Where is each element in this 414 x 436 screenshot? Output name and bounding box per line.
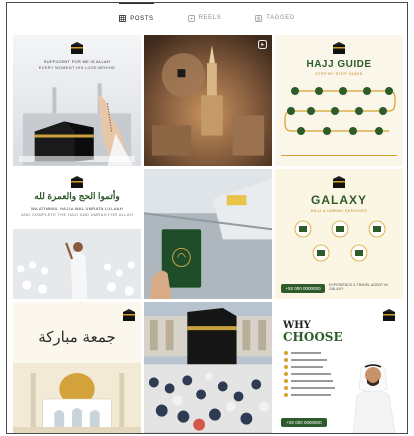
post-3-title: HAJJ GUIDE [306, 59, 372, 70]
kaaba-logo-icon [333, 42, 345, 54]
post-4-line-1: WA ATIMMUL HAJJA WAL UMRATA LILLAAH [31, 205, 123, 211]
profile-posts-panel: POSTS REELS TAGGED SUFFICIENT FOR ME IS … [6, 2, 408, 434]
post-1-line-2: EVERY MOMENT HIS LOVE BEHIND [38, 65, 116, 70]
kaaba-logo-icon [71, 42, 83, 54]
tagged-icon [255, 14, 263, 22]
pilgrims-photo [13, 229, 141, 300]
post-7-arabic-title: جمعة مباركة [38, 328, 116, 347]
reel-indicator-icon [258, 40, 267, 49]
reasons-list [284, 351, 335, 398]
grid-icon [119, 15, 127, 22]
hajj-steps-diagram [284, 87, 396, 135]
man-in-thobe-photo [352, 360, 396, 433]
post-5[interactable] [144, 168, 272, 300]
post-7[interactable]: جمعة مباركة [13, 302, 141, 433]
kaaba-logo-icon [333, 175, 345, 188]
post-6-title: GALAXY [310, 192, 367, 207]
post-6-footer: EXPERIENCE & TRAVEL AGENT IN GALAXY [329, 283, 388, 292]
post-9-title-b: CHOOSE [283, 330, 343, 345]
post-6-subtitle: HAJJ & UMRAH SERVICES [310, 207, 368, 213]
post-8[interactable] [144, 302, 272, 433]
post-3-subtitle: STEP BY STEP GUIDE [315, 71, 363, 76]
post-2[interactable] [144, 35, 272, 166]
tab-reels[interactable]: REELS [187, 3, 222, 33]
post-1[interactable]: SUFFICIENT FOR ME IS ALLAH EVERY MOMENT … [13, 35, 141, 166]
post-4[interactable]: وأتموا الحج والعمرة لله WA ATIMMUL HAJJA… [13, 168, 141, 300]
post-3[interactable]: HAJJ GUIDE STEP BY STEP GUIDE [275, 35, 403, 166]
tab-tagged[interactable]: TAGGED [255, 3, 295, 33]
post-4-arabic-verse: وأتموا الحج والعمرة لله [34, 190, 120, 201]
post-3-contact-bar [281, 154, 397, 162]
post-1-line-1: SUFFICIENT FOR ME IS ALLAH [43, 59, 111, 64]
post-6[interactable]: GALAXY HAJJ & UMRAH SERVICES +92 000 000… [275, 168, 403, 300]
mosque-illustration [13, 363, 141, 433]
post-6-phone-badge: +92 000 0000000 [281, 284, 325, 294]
post-9-phone-badge: +92 000 0000000 [281, 418, 327, 427]
services-icons [294, 220, 386, 262]
post-9[interactable]: WHY CHOOSE +92 000 0000000 [275, 302, 403, 433]
tab-posts[interactable]: POSTS [119, 3, 154, 33]
post-4-line-2: AND COMPLETE THE HAJJ AND UMRAH FOR ALLA… [21, 211, 133, 217]
profile-tabs: POSTS REELS TAGGED [7, 3, 407, 33]
tab-tagged-label: TAGGED [266, 15, 295, 21]
reels-icon [187, 14, 195, 22]
posts-grid: SUFFICIENT FOR ME IS ALLAH EVERY MOMENT … [13, 35, 403, 433]
kaaba-logo-icon [123, 309, 135, 322]
kaaba-logo-icon [383, 309, 395, 322]
kaaba-logo-icon [71, 175, 83, 188]
post-1-contact-bar [19, 155, 135, 162]
tab-posts-label: POSTS [130, 15, 154, 22]
tab-reels-label: REELS [198, 15, 222, 21]
